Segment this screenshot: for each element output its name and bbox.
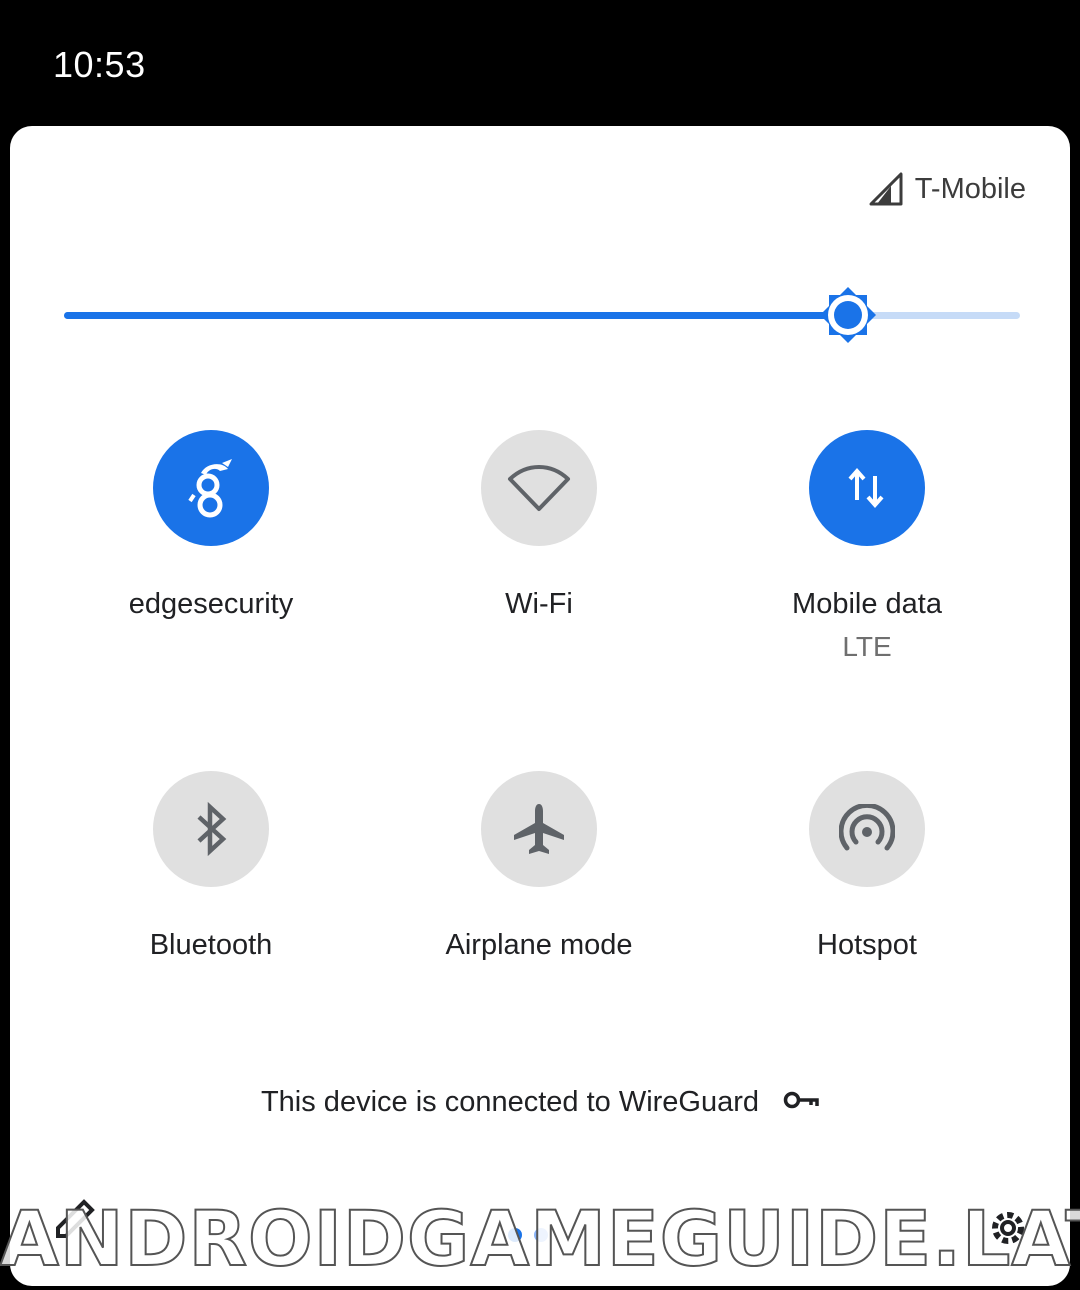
tile-sublabel: LTE: [842, 631, 892, 662]
tile-label: Mobile data: [792, 588, 942, 620]
wireguard-icon: [188, 459, 232, 518]
page-indicator: [508, 1228, 548, 1242]
status-bar: 10:53: [0, 0, 1080, 126]
clock: 10:53: [53, 44, 146, 85]
tile-bluetooth[interactable]: Bluetooth: [47, 771, 375, 1112]
vpn-footer[interactable]: This device is connected to WireGuard: [10, 1086, 1070, 1119]
edit-icon[interactable]: [54, 1196, 98, 1245]
signal-icon: [869, 172, 903, 206]
airplane-icon: [514, 804, 564, 854]
brightness-slider[interactable]: [60, 286, 1020, 344]
tile-airplane-mode[interactable]: Airplane mode: [375, 771, 703, 1112]
carrier-indicator: T-Mobile: [869, 172, 1026, 206]
brightness-icon: [819, 287, 876, 343]
tile-mobile-data[interactable]: Mobile data LTE: [703, 430, 1031, 771]
vpn-key-icon: [783, 1089, 819, 1116]
page-dot-current: [508, 1228, 522, 1242]
tile-label: edgesecurity: [128, 588, 294, 620]
tile-label: Airplane mode: [445, 929, 633, 961]
tile-icon-button[interactable]: [809, 771, 925, 887]
tile-icon-button[interactable]: [153, 771, 269, 887]
tile-hotspot[interactable]: Hotspot: [703, 771, 1031, 1112]
tile-label: Hotspot: [817, 929, 917, 961]
hotspot-icon: [839, 804, 895, 851]
brightness-track-fill: [64, 312, 848, 319]
tile-edgesecurity[interactable]: edgesecurity: [47, 430, 375, 771]
vpn-status-text: This device is connected to WireGuard: [260, 1086, 760, 1118]
tile-icon-button[interactable]: [481, 771, 597, 887]
brightness-thumb[interactable]: [819, 286, 877, 344]
tile-label: Bluetooth: [149, 929, 273, 961]
tile-label: Wi-Fi: [505, 588, 573, 620]
mobile-data-icon: [848, 467, 884, 509]
tile-icon-button[interactable]: [481, 430, 597, 546]
settings-icon[interactable]: [986, 1206, 1030, 1255]
quick-settings-tiles: edgesecurity Wi-Fi Mobile data LTE Bluet…: [10, 430, 1070, 1112]
tile-icon-button[interactable]: [153, 430, 269, 546]
bluetooth-icon: [197, 801, 227, 857]
quick-settings-panel: T-Mobile edgesecurity Wi-Fi Mobile data …: [10, 126, 1070, 1286]
carrier-name: T-Mobile: [914, 172, 1026, 205]
tile-wifi[interactable]: Wi-Fi: [375, 430, 703, 771]
bottom-bar: [10, 1166, 1070, 1286]
page-dot: [534, 1228, 548, 1242]
wifi-icon: [508, 465, 570, 511]
tile-icon-button[interactable]: [809, 430, 925, 546]
